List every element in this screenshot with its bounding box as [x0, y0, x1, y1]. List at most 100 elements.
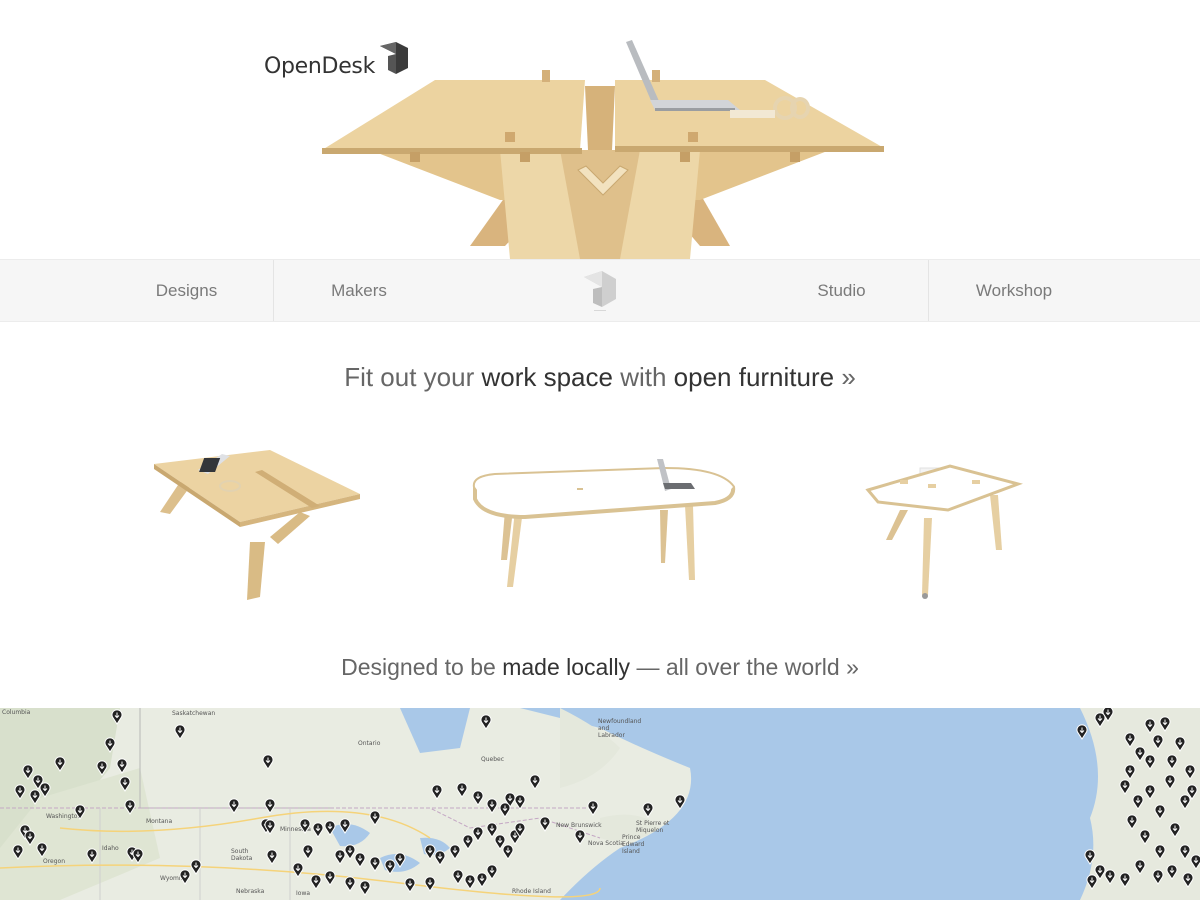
brand-logo[interactable]: OpenDesk [264, 38, 410, 78]
map-marker-icon[interactable] [54, 756, 66, 772]
map-marker-icon[interactable] [369, 810, 381, 826]
map-marker-icon[interactable] [502, 844, 514, 860]
map-marker-icon[interactable] [111, 709, 123, 725]
map-marker-icon[interactable] [124, 799, 136, 815]
map-marker-icon[interactable] [302, 844, 314, 860]
map-marker-icon[interactable] [174, 724, 186, 740]
map-marker-icon[interactable] [394, 852, 406, 868]
map-marker-icon[interactable] [404, 877, 416, 893]
map-marker-icon[interactable] [574, 829, 586, 845]
map-marker-icon[interactable] [1104, 869, 1116, 885]
home-logo-icon[interactable] [582, 269, 618, 311]
map-marker-icon[interactable] [1154, 804, 1166, 820]
map-marker-icon[interactable] [266, 849, 278, 865]
map-marker-icon[interactable] [324, 870, 336, 886]
map-marker-icon[interactable] [1152, 734, 1164, 750]
map-marker-icon[interactable] [486, 864, 498, 880]
map-marker-icon[interactable] [1186, 784, 1198, 800]
map-marker-icon[interactable] [1132, 794, 1144, 810]
map-marker-icon[interactable] [1190, 854, 1200, 870]
map-marker-icon[interactable] [1119, 779, 1131, 795]
map-marker-icon[interactable] [514, 794, 526, 810]
product-white-meeting-table[interactable] [465, 455, 740, 595]
map-marker-icon[interactable] [642, 802, 654, 818]
map-marker-icon[interactable] [456, 782, 468, 798]
nav-item-workshop[interactable]: Workshop [929, 260, 1099, 321]
map-marker-icon[interactable] [299, 818, 311, 834]
map-marker-icon[interactable] [434, 850, 446, 866]
map-marker-icon[interactable] [499, 802, 511, 818]
map-marker-icon[interactable] [1144, 754, 1156, 770]
map-marker-icon[interactable] [116, 758, 128, 774]
map-marker-icon[interactable] [1174, 736, 1186, 752]
map-marker-icon[interactable] [1076, 724, 1088, 740]
map-marker-icon[interactable] [310, 874, 322, 890]
map-marker-icon[interactable] [228, 798, 240, 814]
map-marker-icon[interactable] [1169, 822, 1181, 838]
makers-map[interactable]: Columbia Saskatchewan Newfoundland and L… [0, 708, 1200, 900]
map-marker-icon[interactable] [464, 874, 476, 890]
product-white-triangle-table[interactable] [860, 440, 1030, 605]
map-marker-icon[interactable] [1166, 864, 1178, 880]
map-marker-icon[interactable] [262, 754, 274, 770]
nav-item-studio[interactable]: Studio [756, 260, 927, 321]
map-marker-icon[interactable] [1166, 754, 1178, 770]
map-marker-icon[interactable] [449, 844, 461, 860]
map-marker-icon[interactable] [86, 848, 98, 864]
map-marker-icon[interactable] [39, 782, 51, 798]
map-marker-icon[interactable] [424, 876, 436, 892]
map-marker-icon[interactable] [74, 804, 86, 820]
map-marker-icon[interactable] [529, 774, 541, 790]
map-marker-icon[interactable] [486, 798, 498, 814]
map-marker-icon[interactable] [264, 798, 276, 814]
map-marker-icon[interactable] [587, 800, 599, 816]
map-marker-icon[interactable] [452, 869, 464, 885]
map-marker-icon[interactable] [359, 880, 371, 896]
map-marker-icon[interactable] [674, 794, 686, 810]
map-marker-icon[interactable] [24, 830, 36, 846]
map-marker-icon[interactable] [514, 822, 526, 838]
map-marker-icon[interactable] [1119, 872, 1131, 888]
map-marker-icon[interactable] [354, 852, 366, 868]
map-marker-icon[interactable] [104, 737, 116, 753]
map-marker-icon[interactable] [539, 816, 551, 832]
map-marker-icon[interactable] [1144, 784, 1156, 800]
map-marker-icon[interactable] [431, 784, 443, 800]
map-marker-icon[interactable] [36, 842, 48, 858]
map-marker-icon[interactable] [1102, 708, 1114, 722]
map-marker-icon[interactable] [1144, 718, 1156, 734]
map-marker-icon[interactable] [1184, 764, 1196, 780]
map-marker-icon[interactable] [1134, 859, 1146, 875]
map-marker-icon[interactable] [472, 790, 484, 806]
map-marker-icon[interactable] [1164, 774, 1176, 790]
map-marker-icon[interactable] [1124, 764, 1136, 780]
map-marker-icon[interactable] [312, 822, 324, 838]
map-marker-icon[interactable] [190, 859, 202, 875]
map-marker-icon[interactable] [1152, 869, 1164, 885]
map-marker-icon[interactable] [1159, 716, 1171, 732]
map-marker-icon[interactable] [264, 819, 276, 835]
map-marker-icon[interactable] [472, 826, 484, 842]
map-marker-icon[interactable] [1086, 874, 1098, 890]
map-marker-icon[interactable] [14, 784, 26, 800]
nav-item-makers[interactable]: Makers [274, 260, 444, 321]
map-marker-icon[interactable] [96, 760, 108, 776]
made-locally-headline-link[interactable]: Designed to be made locally — all over t… [0, 654, 1200, 681]
map-marker-icon[interactable] [344, 876, 356, 892]
map-marker-icon[interactable] [292, 862, 304, 878]
map-marker-icon[interactable] [339, 818, 351, 834]
product-plywood-desk[interactable] [150, 442, 365, 607]
map-marker-icon[interactable] [324, 820, 336, 836]
map-marker-icon[interactable] [1139, 829, 1151, 845]
map-marker-icon[interactable] [1084, 849, 1096, 865]
map-marker-icon[interactable] [1126, 814, 1138, 830]
work-space-headline-link[interactable]: Fit out your work space with open furnit… [0, 362, 1200, 393]
nav-item-designs[interactable]: Designs [100, 260, 273, 321]
map-marker-icon[interactable] [12, 844, 24, 860]
map-marker-icon[interactable] [119, 776, 131, 792]
map-marker-icon[interactable] [480, 714, 492, 730]
map-marker-icon[interactable] [1182, 872, 1194, 888]
map-marker-icon[interactable] [369, 856, 381, 872]
map-marker-icon[interactable] [1154, 844, 1166, 860]
map-marker-icon[interactable] [132, 848, 144, 864]
